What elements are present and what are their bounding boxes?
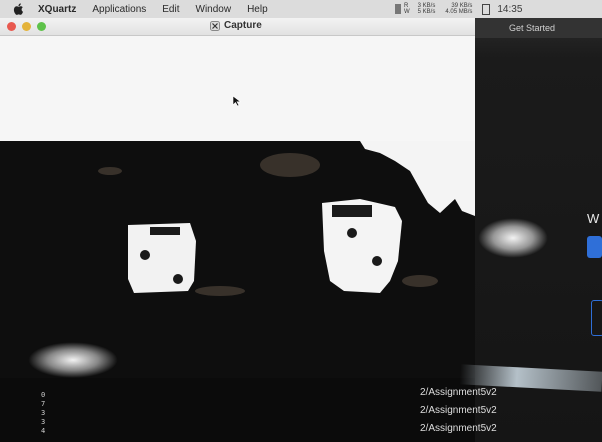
capture-frame-image bbox=[98, 141, 475, 296]
menubar-clock[interactable]: 14:35 bbox=[497, 4, 522, 15]
app-menu-xquartz[interactable]: XQuartz bbox=[38, 4, 76, 15]
menu-window[interactable]: Window bbox=[196, 4, 232, 15]
capture-canvas-top[interactable] bbox=[0, 36, 475, 141]
blue-outline-button[interactable] bbox=[591, 300, 602, 336]
line-number: 7 bbox=[41, 400, 46, 408]
mouse-cursor-icon bbox=[232, 95, 242, 107]
disk-activity-icon bbox=[395, 4, 401, 14]
background-app-header: Get Started bbox=[475, 18, 602, 38]
battery-icon[interactable] bbox=[482, 3, 491, 15]
disk-write-rate: 5 KB/s bbox=[417, 9, 436, 15]
window-title: Capture bbox=[210, 20, 262, 31]
welcome-heading-fragment: W bbox=[587, 211, 600, 226]
close-window-button[interactable] bbox=[7, 22, 16, 31]
disk-rw-indicator: R W bbox=[404, 3, 410, 15]
file-list-item[interactable]: 2/Assignment5v2 bbox=[420, 420, 497, 438]
minimize-window-button[interactable] bbox=[22, 22, 31, 31]
window-titlebar[interactable]: Capture bbox=[0, 18, 475, 36]
disk-w-label: W bbox=[404, 9, 410, 15]
line-number: 0 bbox=[41, 391, 46, 399]
menu-edit[interactable]: Edit bbox=[162, 4, 179, 15]
line-numbers: 0 7 3 3 4 bbox=[41, 391, 45, 436]
capture-canvas-image[interactable] bbox=[0, 95, 475, 378]
menu-applications[interactable]: Applications bbox=[92, 4, 146, 15]
file-list-item[interactable]: 2/Assignment5v2 bbox=[420, 402, 497, 420]
xquartz-icon bbox=[210, 20, 220, 31]
disk-throughput[interactable]: 3 KB/s 5 KB/s bbox=[418, 3, 436, 15]
line-number: 4 bbox=[41, 427, 46, 435]
line-number: 3 bbox=[41, 418, 46, 426]
net-up-rate: 4.05 MB/s bbox=[445, 9, 473, 15]
apple-menu-icon[interactable] bbox=[12, 2, 26, 16]
capture-window: Capture bbox=[0, 18, 475, 378]
menu-bar: XQuartz Applications Edit Window Help R … bbox=[0, 0, 602, 18]
file-list: 2/Assignment5v2 2/Assignment5v2 2/Assign… bbox=[420, 384, 497, 438]
status-area: R W 3 KB/s 5 KB/s 39 KB/s 4.05 MB/s 14:3… bbox=[395, 0, 522, 18]
file-list-item[interactable]: 2/Assignment5v2 bbox=[420, 384, 497, 402]
window-title-text: Capture bbox=[224, 20, 262, 31]
blue-action-button[interactable] bbox=[587, 236, 602, 258]
background-app-window: Get Started W bbox=[475, 18, 602, 442]
get-started-tab[interactable]: Get Started bbox=[509, 23, 555, 33]
network-throughput[interactable]: 39 KB/s 4.05 MB/s bbox=[445, 3, 472, 15]
menu-help[interactable]: Help bbox=[247, 4, 268, 15]
zoom-window-button[interactable] bbox=[37, 22, 46, 31]
line-number: 3 bbox=[41, 409, 46, 417]
terminal-area bbox=[0, 378, 475, 442]
